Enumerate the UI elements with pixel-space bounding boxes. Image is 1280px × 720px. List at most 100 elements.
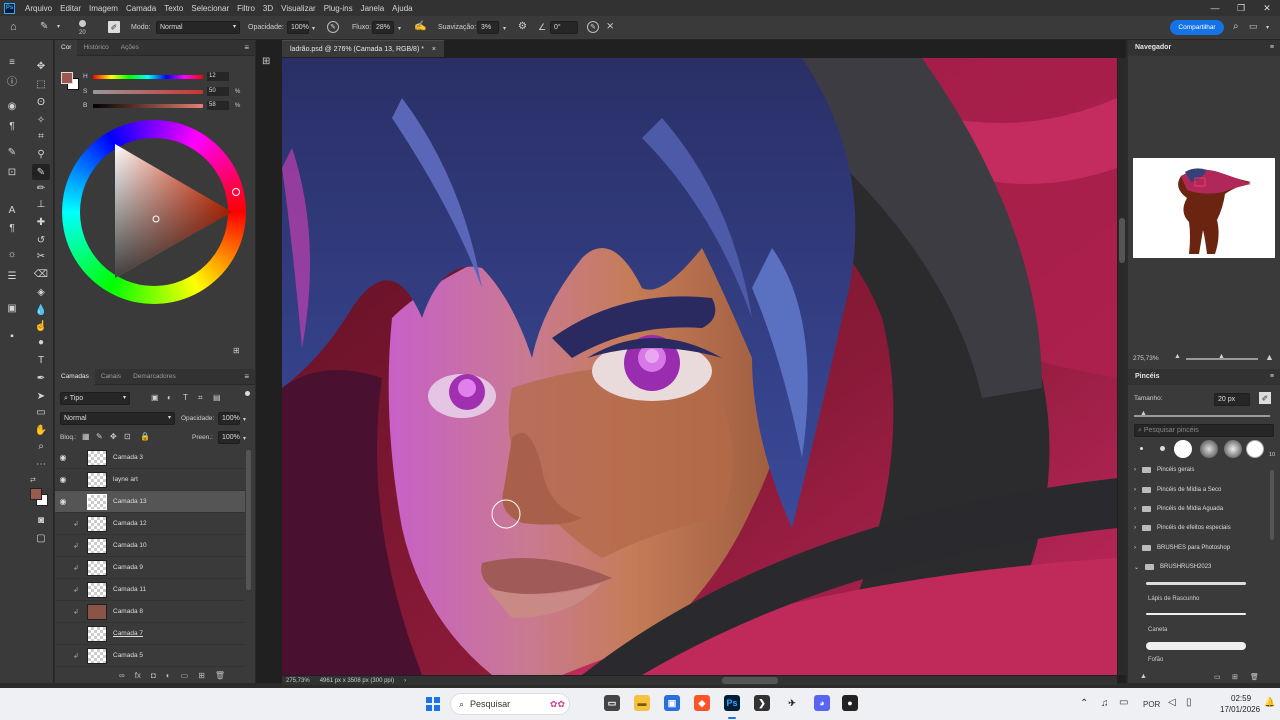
opacity-field[interactable]: 100%	[287, 21, 309, 34]
brush-settings-icon[interactable]: ✐	[108, 21, 120, 33]
menu-selecionar[interactable]: Selecionar	[187, 4, 233, 13]
folder-icon[interactable]: ▭	[1214, 673, 1221, 681]
brush-preset-soft2[interactable]	[1224, 440, 1242, 458]
mode-select[interactable]: Normal ▾	[156, 21, 240, 34]
expand-panel-icon[interactable]: ⊞	[233, 346, 240, 355]
filter-type-icon[interactable]: T	[183, 393, 188, 402]
brush-item[interactable]: Lápis de Rascunho	[1146, 578, 1250, 606]
layer-row[interactable]: ↲ Camada 9	[55, 557, 245, 579]
lock-position-icon[interactable]: ✥	[110, 432, 117, 441]
lock-pixels-icon[interactable]: ✎	[96, 432, 103, 441]
filter-adjust-icon[interactable]: ◐	[167, 393, 172, 402]
character-icon[interactable]: A	[3, 202, 21, 218]
brush-preset-small[interactable]	[1160, 446, 1165, 451]
magic-wand-icon[interactable]: ✧	[32, 112, 50, 128]
brush-preset-picker[interactable]: 20	[73, 18, 93, 38]
angle-field[interactable]: 0°	[550, 21, 578, 34]
filter-shape-icon[interactable]: ⌗	[198, 393, 203, 403]
layer-filter-select[interactable]: ⌕ Tipo ▾	[60, 392, 130, 405]
airbrush-icon[interactable]: ✍	[414, 21, 426, 32]
navigator-title[interactable]: Navegador	[1135, 44, 1171, 51]
notification-icon[interactable]: 🔔	[1264, 697, 1275, 708]
mask-icon[interactable]: ◘	[151, 671, 156, 683]
pencil-tool-icon[interactable]: ✏	[32, 180, 50, 196]
clone-stamp-icon[interactable]: ⊥	[32, 196, 50, 212]
brush-search-input[interactable]: ⌕ Pesquisar pincéis	[1134, 424, 1274, 437]
eye-icon[interactable]: ◉	[55, 475, 71, 484]
brush-size-slider[interactable]	[1134, 415, 1270, 417]
pressure-opacity-icon[interactable]: ✎	[327, 21, 339, 33]
clock-time[interactable]: 02:59	[1231, 694, 1251, 703]
brush-tool-icon[interactable]: ✎	[32, 164, 50, 180]
paragraph-style-icon[interactable]: ¶	[3, 220, 21, 236]
layer-row[interactable]: ↲ Camada 5	[55, 645, 245, 667]
eyedropper-icon[interactable]: ⚲	[32, 146, 50, 162]
minimize-icon[interactable]: —	[1202, 0, 1228, 16]
screen-mode-icon[interactable]: ▢	[32, 530, 50, 546]
file-explorer-icon[interactable]: ▬	[634, 695, 650, 711]
canvas[interactable]	[282, 58, 1117, 675]
arrange-icon[interactable]: ⊞	[262, 56, 270, 67]
group-icon[interactable]: ▭	[181, 671, 189, 683]
color-triangle[interactable]	[62, 120, 246, 304]
layer-row[interactable]: ◉ Camada 3	[55, 447, 245, 469]
volume-icon[interactable]: ◁	[1168, 697, 1176, 708]
layer-row[interactable]: ↲ Camada 8	[55, 601, 245, 623]
zoom-out-icon[interactable]: ▲	[1174, 353, 1181, 360]
pen-tool-icon[interactable]: ✒	[32, 370, 50, 386]
search-icon[interactable]: ⌕	[1233, 21, 1239, 32]
brush-folder[interactable]: › Pincéis gerais	[1134, 462, 1194, 478]
fx-icon[interactable]: fx	[135, 671, 141, 683]
menu-arquivo[interactable]: Arquivo	[21, 4, 56, 13]
lock-artboard-icon[interactable]: ⊡	[124, 432, 131, 441]
new-layer-icon[interactable]: ⊞	[1232, 673, 1238, 681]
layer-row[interactable]: ◉ layne art	[55, 469, 245, 491]
healing-brush-icon[interactable]: ✚	[32, 214, 50, 230]
brush-size-field[interactable]: 20 px	[1214, 393, 1250, 406]
layer-row-selected[interactable]: ◉ Camada 13	[55, 491, 245, 513]
blend-mode-select[interactable]: Normal ▾	[60, 412, 175, 425]
browser-app-icon[interactable]: ●	[842, 695, 858, 711]
panel-menu-icon[interactable]: ≡	[1270, 40, 1274, 56]
menu-texto[interactable]: Texto	[160, 4, 187, 13]
menu-filtro[interactable]: Filtro	[233, 4, 259, 13]
brush-folder[interactable]: › BRUSHES para Photoshop	[1134, 540, 1230, 556]
brush-preset-selected[interactable]	[1246, 440, 1264, 458]
lasso-tool-icon[interactable]: ʘ	[32, 94, 50, 110]
symmetry-icon[interactable]: ⨯	[606, 21, 614, 32]
tab-demarcadores[interactable]: Demarcadores	[127, 369, 182, 385]
chevron-down-icon[interactable]: ▾	[243, 416, 246, 423]
brush-panel-icon[interactable]: ✎	[3, 144, 21, 160]
home-icon[interactable]: ⌂	[10, 21, 17, 33]
photoshop-app-icon[interactable]: Ps	[724, 695, 740, 711]
hue-slider[interactable]	[93, 74, 203, 79]
path-selection-icon[interactable]: ➤	[32, 388, 50, 404]
brush-preset-hard[interactable]	[1174, 440, 1192, 458]
document-tab[interactable]: ladrão.psd @ 276% (Camada 13, RGB/8) * ×	[282, 40, 444, 57]
windows-start-icon[interactable]	[426, 697, 440, 711]
trash-icon[interactable]: 🗑	[1250, 673, 1259, 681]
brush-folder-open[interactable]: ⌄ BRUSHRUSH2023	[1134, 559, 1211, 575]
layer-row[interactable]: ↲ Camada 11	[55, 579, 245, 601]
navigator-zoom[interactable]: 275,73%	[1133, 355, 1159, 362]
pressure-size-icon[interactable]: ✎	[587, 21, 599, 33]
terminal-icon[interactable]: ❯	[754, 695, 770, 711]
close-icon[interactable]: ×	[432, 46, 436, 53]
microphone-icon[interactable]: ♫	[1101, 698, 1109, 709]
layers-scrollbar[interactable]	[246, 450, 251, 590]
color-fg-swatch[interactable]	[61, 72, 73, 84]
vscroll-thumb[interactable]	[1119, 218, 1125, 263]
share-button[interactable]: Compartilhar	[1170, 20, 1224, 35]
network-icon[interactable]: ▭	[1119, 697, 1128, 708]
chevron-down-icon[interactable]: ▾	[312, 25, 315, 32]
chevron-down-icon[interactable]: ▾	[57, 23, 60, 30]
menu-plugins[interactable]: Plug-ins	[320, 4, 357, 13]
info-icon[interactable]: ⓘ	[3, 72, 21, 88]
filter-toggle-icon[interactable]	[245, 391, 250, 396]
brush-tool-icon[interactable]: ✎	[40, 21, 48, 32]
history-brush-icon[interactable]: ↺	[32, 232, 50, 248]
dodge-tool-icon[interactable]: ●	[32, 334, 50, 350]
chevron-down-icon[interactable]: ▾	[398, 25, 401, 32]
paint-bucket-icon[interactable]: ◈	[32, 284, 50, 300]
menu-imagem[interactable]: Imagem	[85, 4, 122, 13]
